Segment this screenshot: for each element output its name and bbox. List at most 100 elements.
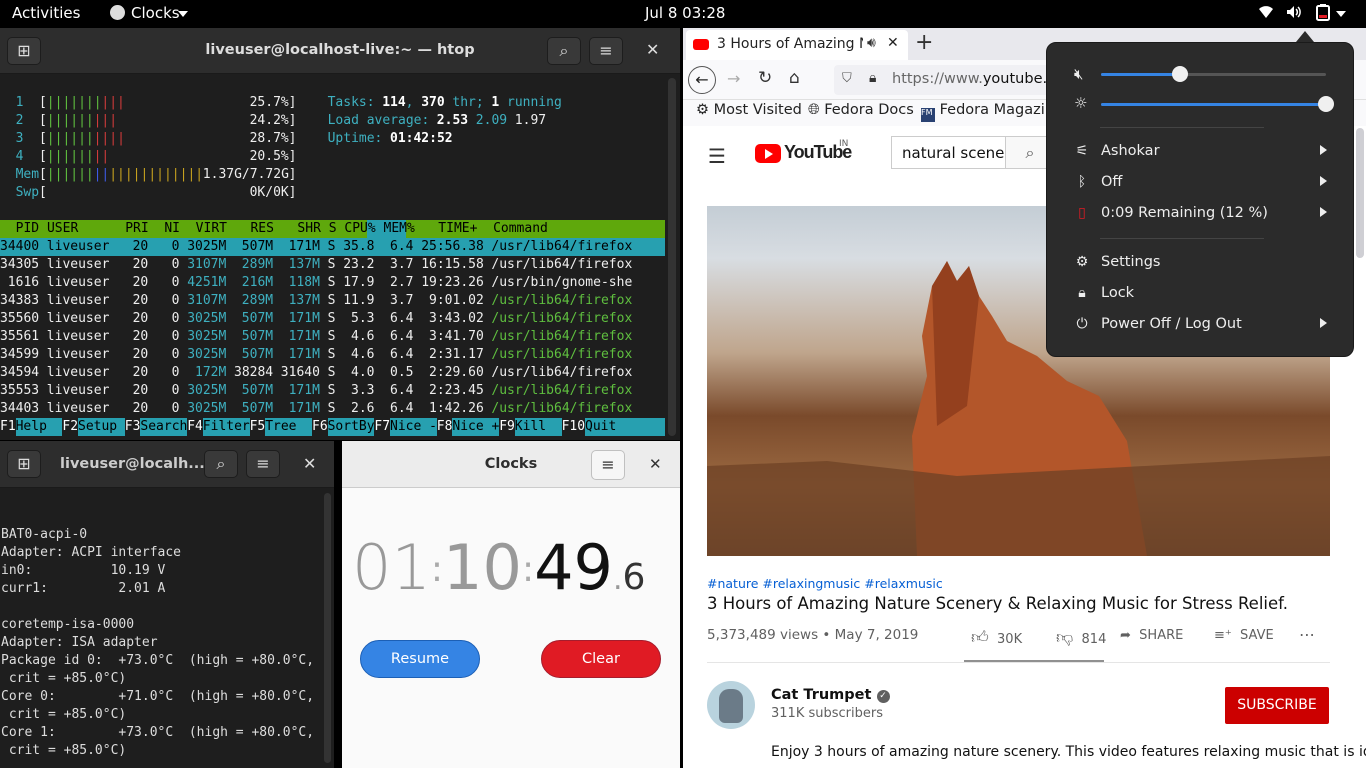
settings-menu-item[interactable]: ⚙︎ Settings [1047,248,1353,279]
browser-tab[interactable]: 3 Hours of Amazing Na 🔊︎ ✕ [686,30,908,60]
process-row[interactable]: 34383 liveuser 20 0 3107M 289M 137M S 11.9 3.7 9:0… [0,292,665,310]
lock-icon[interactable]: 🔒︎ [869,70,876,86]
subscribe-button[interactable]: SUBSCRIBE [1225,687,1329,724]
scrollbar[interactable] [1356,128,1364,258]
battery-menu-item[interactable]: ▯ 0:09 Remaining (12 %) [1047,199,1353,230]
stopwatch-fraction: 6 [622,557,646,598]
close-button[interactable]: ✕ [303,454,316,473]
channel-avatar[interactable] [707,681,755,729]
volume-handle[interactable] [1171,66,1188,82]
process-row[interactable]: 34305 liveuser 20 0 3107M 289M 137M S 23.2 3.7 16:… [0,256,665,274]
views-date: 5,373,489 views • May 7, 2019 [707,627,919,643]
bookmark-most-visited[interactable]: ⚙︎ Most Visited [696,102,802,122]
wifi-menu-item[interactable]: ⚟ Ashokar [1047,137,1353,168]
fkey-action[interactable]: Tree [265,418,312,436]
dislike-button[interactable]: 👎︎ 814 [1056,627,1106,648]
menu-button[interactable]: ≡ [246,450,280,478]
fkey-number: F2 [62,419,79,434]
activities-button[interactable]: Activities [12,4,80,22]
fkey-action[interactable]: Search [140,418,187,436]
process-row[interactable]: 35560 liveuser 20 0 3025M 507M 171M S 5.3 6.4 3:43… [0,310,665,328]
app-menu-button[interactable]: Clocks [131,4,180,22]
uptime-label: Uptime: [327,131,383,146]
process-cpu: 17.9 [343,275,375,290]
process-s: S [327,329,336,344]
volume-icon[interactable] [1286,5,1302,23]
brightness-slider[interactable] [1101,96,1334,112]
chevron-down-icon [178,11,188,17]
volume-slider[interactable] [1101,66,1326,82]
htop-window: ⊞ liveuser@localhost-live:~ — htop ⌕ ≡ ✕… [0,28,680,440]
shield-icon[interactable]: ⛉ [842,71,852,86]
wifi-icon[interactable] [1258,5,1274,23]
process-row[interactable]: 34599 liveuser 20 0 3025M 507M 171M S 4.6 6.4 2:31… [0,346,665,364]
process-mem: 2.7 [390,275,414,290]
process-header[interactable]: PID USER PRI NI VIRT RES SHR S CPU% MEM%… [0,220,665,238]
search-button[interactable]: ⌕ [204,450,238,478]
tasks-count: 114 [382,95,406,110]
search-input[interactable]: natural scener [891,136,1005,169]
tab-close-icon[interactable]: ✕ [887,35,899,51]
htop-content: 1[||||||| ||| 25.7%] 2[|||||| ||| 24.2%] 3[|||… [0,74,666,440]
more-actions-icon[interactable]: ⋯ [1299,625,1315,644]
reload-button[interactable]: ↻ [758,68,772,88]
menu-button[interactable]: ≡ [589,37,623,65]
thumbs-down-icon: 👎︎ [1056,628,1074,648]
forward-button[interactable]: → [727,69,740,88]
fkey-action[interactable]: Quit [585,418,632,436]
fkey-action[interactable]: Nice + [452,418,499,436]
process-row[interactable]: 34400 liveuser 20 0 3025M 507M 171M S 35.8 6.4 25:… [0,238,665,256]
process-cpu: 2.6 [351,401,375,416]
process-row[interactable]: 35561 liveuser 20 0 3025M 507M 171M S 4.6 6.4 3:41… [0,328,665,346]
process-row[interactable]: 35553 liveuser 20 0 3025M 507M 171M S 3.3 6.4 2:23… [0,382,665,400]
process-user: liveuser [46,365,110,380]
search-button[interactable]: ⌕ [547,37,581,65]
tab-audio-icon[interactable]: 🔊︎ [867,35,876,51]
hamburger-menu-icon[interactable]: ☰ [708,144,726,168]
process-row[interactable]: 1616 liveuser 20 0 4251M 216M 118M S 17.9 2.7 19:2… [0,274,665,292]
fkey-action[interactable]: SortBy [327,418,375,436]
top-bar: Activities Clocks Jul 8 03:28 [0,0,1366,27]
fkey-action[interactable]: Kill [514,418,562,436]
process-cpu: 5.3 [351,311,375,326]
load-1: 2.53 [436,113,469,128]
process-time: 16:15.58 [421,257,484,272]
close-button[interactable]: ✕ [649,455,662,473]
scrollbar[interactable] [668,78,676,436]
menu-button[interactable]: ≡ [591,450,625,480]
home-icon[interactable]: ⌂ [789,68,800,88]
fkey-action[interactable]: Setup [78,418,125,436]
power-menu-item[interactable]: ⏻ Power Off / Log Out [1047,310,1353,341]
clock-datetime[interactable]: Jul 8 03:28 [645,4,725,22]
resume-button[interactable]: Resume [360,640,480,678]
process-pid: 1616 [7,275,40,290]
fkey-action[interactable]: Help [15,418,63,436]
hashtags[interactable]: #nature #relaxingmusic #relaxmusic [707,576,943,591]
process-user: liveuser [46,383,110,398]
youtube-logo-icon[interactable] [755,144,781,163]
back-button[interactable]: ← [688,66,716,94]
share-button[interactable]: ➦ SHARE [1120,628,1183,643]
clear-button[interactable]: Clear [541,640,661,678]
lock-menu-item[interactable]: 🔒︎ Lock [1047,279,1353,310]
like-button[interactable]: 👍︎ 30K [971,627,1022,648]
brightness-handle[interactable] [1318,96,1334,112]
bracket: [ [39,149,47,164]
close-button[interactable]: ✕ [646,40,659,59]
new-tab-button[interactable]: ⊞ [7,450,41,478]
save-button[interactable]: ≡⁺ SAVE [1214,628,1274,643]
fkey-action[interactable]: Nice - [390,418,437,436]
process-row[interactable]: 34403 liveuser 20 0 3025M 507M 171M S 2.6 6.4 1:42… [0,400,665,418]
process-row[interactable]: 34594 liveuser 20 0 172M 38284 31640 S 4.0 0.5 2:2… [0,364,665,382]
new-tab-button[interactable]: + [915,30,933,55]
bluetooth-menu-item[interactable]: ᛒ Off [1047,168,1353,199]
battery-icon[interactable] [1316,4,1330,25]
bookmark-fedora-magazine[interactable]: FM Fedora Magazine [921,102,1063,122]
channel-name[interactable]: Cat Trumpet ✓ [771,687,890,703]
brightness-fill [1101,103,1326,106]
scrollbar[interactable] [324,493,331,763]
bookmark-fedora-docs[interactable]: 🌐︎ Fedora Docs [808,102,914,122]
system-menu-chevron-icon[interactable] [1336,11,1346,17]
fkey-action[interactable]: Filter [202,418,250,436]
fkey-bar-fill [631,418,665,436]
